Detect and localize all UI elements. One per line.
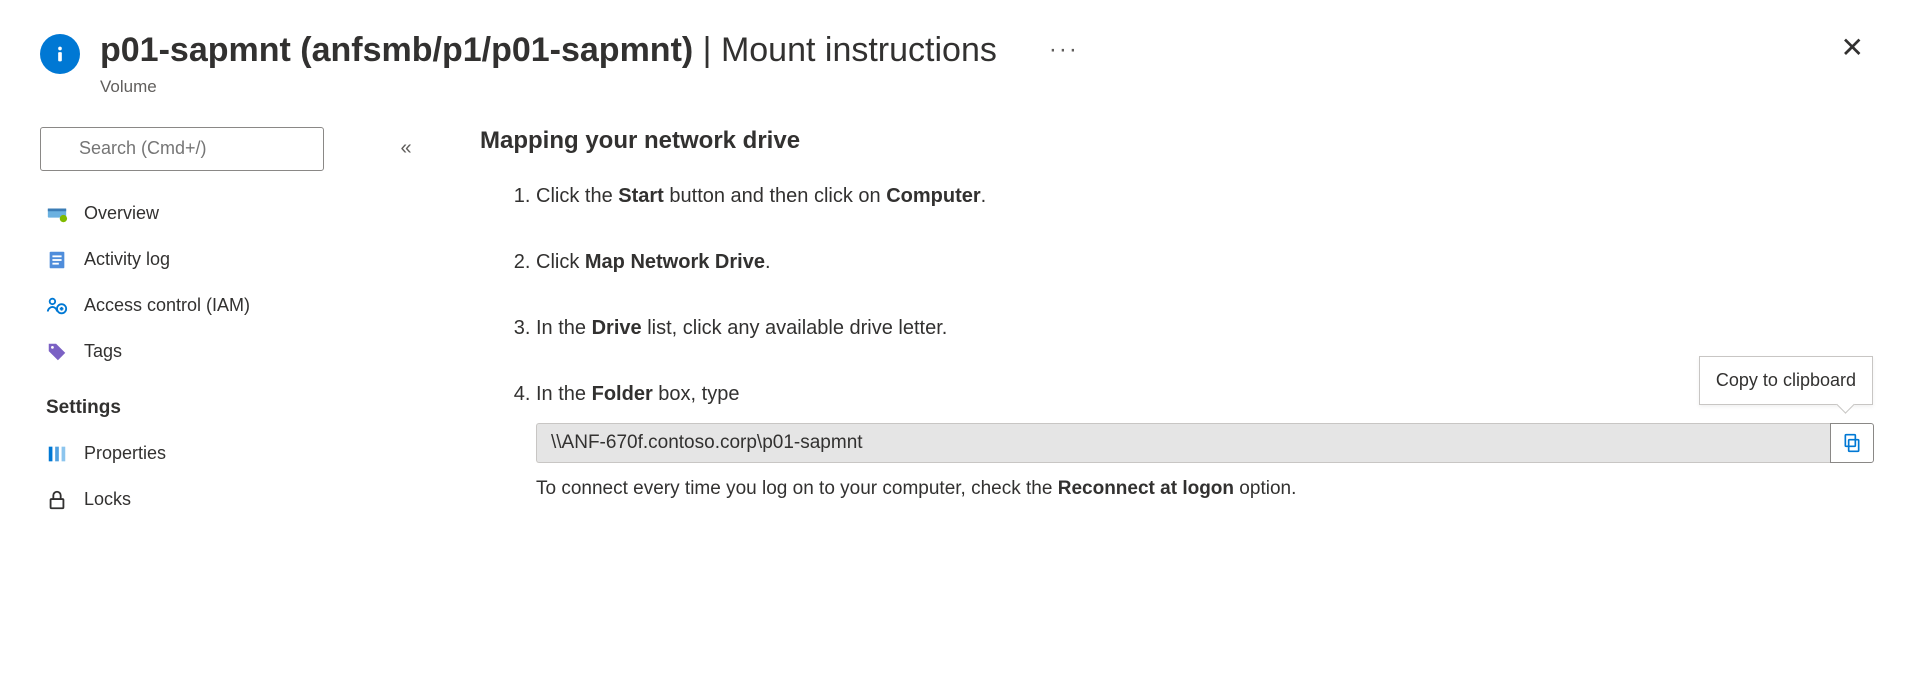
info-icon: [40, 34, 80, 74]
unc-path-field[interactable]: [536, 423, 1830, 463]
content-heading: Mapping your network drive: [480, 127, 1874, 155]
sidebar-item-label: Access control (IAM): [84, 295, 250, 316]
sidebar-item-label: Overview: [84, 203, 159, 224]
step-1: Click the Start button and then click on…: [536, 181, 1874, 211]
sidebar-item-activity-log[interactable]: Activity log: [40, 237, 420, 283]
close-button[interactable]: ✕: [1841, 34, 1864, 62]
step-4: In the Folder box, type Copy to clipboar…: [536, 379, 1874, 504]
locks-icon: [46, 489, 68, 511]
step-2: Click Map Network Drive.: [536, 247, 1874, 277]
collapse-sidebar-button[interactable]: «: [392, 137, 420, 160]
copy-icon: [1842, 433, 1862, 453]
copy-tooltip: Copy to clipboard: [1699, 356, 1873, 405]
tags-icon: [46, 341, 68, 363]
blade-header: p01-sapmnt (anfsmb/p1/p01-sapmnt) | Moun…: [40, 30, 1874, 97]
reconnect-note: To connect every time you log on to your…: [536, 475, 1874, 504]
properties-icon: [46, 443, 68, 465]
page-title: p01-sapmnt (anfsmb/p1/p01-sapmnt) | Moun…: [100, 30, 997, 71]
sidebar-item-label: Activity log: [84, 249, 170, 270]
sidebar-item-label: Tags: [84, 341, 122, 362]
resource-type-label: Volume: [100, 77, 1874, 97]
sidebar-item-properties[interactable]: Properties: [40, 431, 420, 477]
iam-icon: [46, 295, 68, 317]
sidebar-section-settings: Settings: [40, 375, 420, 431]
sidebar-item-overview[interactable]: Overview: [40, 191, 420, 237]
copy-to-clipboard-button[interactable]: Copy to clipboard: [1830, 423, 1874, 463]
sidebar-item-access-control[interactable]: Access control (IAM): [40, 283, 420, 329]
activity-log-icon: [46, 249, 68, 271]
search-input[interactable]: [40, 127, 324, 171]
main-content: Mapping your network drive Click the Sta…: [420, 127, 1874, 523]
step-3: In the Drive list, click any available d…: [536, 313, 1874, 343]
sidebar-item-locks[interactable]: Locks: [40, 477, 420, 523]
sidebar-item-label: Properties: [84, 443, 166, 464]
overview-icon: [46, 203, 68, 225]
sidebar: « Overview Activity log Access control (…: [40, 127, 420, 523]
more-button[interactable]: ···: [1049, 36, 1079, 65]
sidebar-item-tags[interactable]: Tags: [40, 329, 420, 375]
sidebar-item-label: Locks: [84, 489, 131, 510]
